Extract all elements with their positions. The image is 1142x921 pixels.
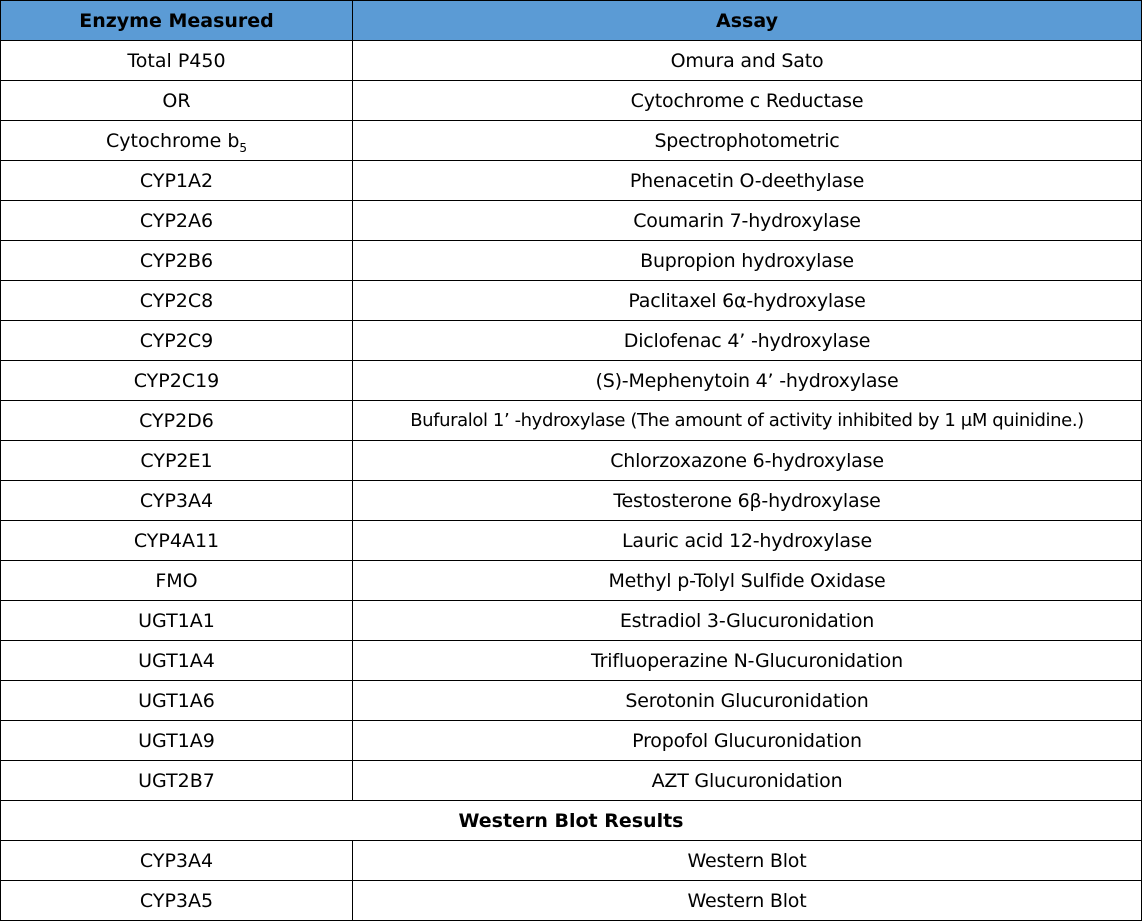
enzyme-cell: Total P450 xyxy=(0,40,353,81)
assay-cell: Paclitaxel 6α-hydroxylase xyxy=(352,280,1142,321)
table-row: OR Cytochrome c Reductase xyxy=(0,80,1142,121)
header-row: Enzyme Measured Assay xyxy=(0,0,1142,41)
enzyme-cell: CYP4A11 xyxy=(0,520,353,561)
table-row: CYP2C19 (S)-Mephenytoin 4’ -hydroxylase xyxy=(0,360,1142,401)
table-row: CYP2C8 Paclitaxel 6α-hydroxylase xyxy=(0,280,1142,321)
section-row: Western Blot Results xyxy=(0,800,1142,841)
assay-cell: Spectrophotometric xyxy=(352,120,1142,161)
assay-cell: Lauric acid 12-hydroxylase xyxy=(352,520,1142,561)
table-row: Cytochrome b5 Spectrophotometric xyxy=(0,120,1142,161)
assay-cell: Diclofenac 4’ -hydroxylase xyxy=(352,320,1142,361)
table-row: CYP2B6 Bupropion hydroxylase xyxy=(0,240,1142,281)
assay-cell: Phenacetin O-deethylase xyxy=(352,160,1142,201)
enzyme-subscript: 5 xyxy=(239,140,248,155)
enzyme-cell: Cytochrome b5 xyxy=(0,120,353,161)
table-body: Total P450 Omura and Sato OR Cytochrome … xyxy=(0,40,1142,921)
table-row: UGT2B7 AZT Glucuronidation xyxy=(0,760,1142,801)
header-assay: Assay xyxy=(352,0,1142,41)
enzyme-cell: CYP3A4 xyxy=(0,480,353,521)
enzyme-cell: CYP2E1 xyxy=(0,440,353,481)
enzyme-cell: CYP2C19 xyxy=(0,360,353,401)
assay-cell: Trifluoperazine N-Glucuronidation xyxy=(352,640,1142,681)
enzyme-cell: UGT1A9 xyxy=(0,720,353,761)
enzyme-cell: UGT1A1 xyxy=(0,600,353,641)
table-row: UGT1A6 Serotonin Glucuronidation xyxy=(0,680,1142,721)
enzyme-cell: CYP2D6 xyxy=(0,400,353,441)
enzyme-cell: CYP2C9 xyxy=(0,320,353,361)
table-row: CYP4A11 Lauric acid 12-hydroxylase xyxy=(0,520,1142,561)
assay-cell: Omura and Sato xyxy=(352,40,1142,81)
enzyme-cell: CYP2A6 xyxy=(0,200,353,241)
assay-cell: Western Blot xyxy=(352,880,1142,921)
table-header: Enzyme Measured Assay xyxy=(0,0,1142,41)
table-row: FMO Methyl p-Tolyl Sulfide Oxidase xyxy=(0,560,1142,601)
table-row: CYP2A6 Coumarin 7-hydroxylase xyxy=(0,200,1142,241)
enzyme-cell: UGT1A4 xyxy=(0,640,353,681)
section-title-western-blot: Western Blot Results xyxy=(0,800,1142,841)
assay-cell: (S)-Mephenytoin 4’ -hydroxylase xyxy=(352,360,1142,401)
table-row: CYP2C9 Diclofenac 4’ -hydroxylase xyxy=(0,320,1142,361)
assay-cell: Cytochrome c Reductase xyxy=(352,80,1142,121)
table-row: CYP2E1 Chlorzoxazone 6-hydroxylase xyxy=(0,440,1142,481)
enzyme-cell: UGT1A6 xyxy=(0,680,353,721)
table-row: UGT1A9 Propofol Glucuronidation xyxy=(0,720,1142,761)
table-row: CYP3A4 Western Blot xyxy=(0,840,1142,881)
table-row: Total P450 Omura and Sato xyxy=(0,40,1142,81)
assay-cell: Testosterone 6β-hydroxylase xyxy=(352,480,1142,521)
assay-cell: Chlorzoxazone 6-hydroxylase xyxy=(352,440,1142,481)
enzyme-assay-table: Enzyme Measured Assay Total P450 Omura a… xyxy=(0,0,1142,921)
enzyme-cell: OR xyxy=(0,80,353,121)
header-enzyme-measured: Enzyme Measured xyxy=(0,0,353,41)
enzyme-cell: CYP1A2 xyxy=(0,160,353,201)
enzyme-cell: UGT2B7 xyxy=(0,760,353,801)
enzyme-cell: CYP3A5 xyxy=(0,880,353,921)
assay-cell: AZT Glucuronidation xyxy=(352,760,1142,801)
assay-cell: Bufuralol 1’ -hydroxylase (The amount of… xyxy=(352,400,1142,441)
enzyme-cell: CYP2B6 xyxy=(0,240,353,281)
assay-cell: Estradiol 3-Glucuronidation xyxy=(352,600,1142,641)
table-row: UGT1A4 Trifluoperazine N-Glucuronidation xyxy=(0,640,1142,681)
assay-cell: Serotonin Glucuronidation xyxy=(352,680,1142,721)
table-row: CYP3A4 Testosterone 6β-hydroxylase xyxy=(0,480,1142,521)
assay-cell: Bupropion hydroxylase xyxy=(352,240,1142,281)
enzyme-cell: CYP2C8 xyxy=(0,280,353,321)
assay-cell: Coumarin 7-hydroxylase xyxy=(352,200,1142,241)
enzyme-cell: CYP3A4 xyxy=(0,840,353,881)
assay-cell: Propofol Glucuronidation xyxy=(352,720,1142,761)
enzyme-text: Cytochrome b xyxy=(105,129,240,152)
table-row: UGT1A1 Estradiol 3-Glucuronidation xyxy=(0,600,1142,641)
table-row: CYP3A5 Western Blot xyxy=(0,880,1142,921)
assay-cell: Methyl p-Tolyl Sulfide Oxidase xyxy=(352,560,1142,601)
table-row: CYP1A2 Phenacetin O-deethylase xyxy=(0,160,1142,201)
assay-cell: Western Blot xyxy=(352,840,1142,881)
enzyme-cell: FMO xyxy=(0,560,353,601)
table-row: CYP2D6 Bufuralol 1’ -hydroxylase (The am… xyxy=(0,400,1142,441)
